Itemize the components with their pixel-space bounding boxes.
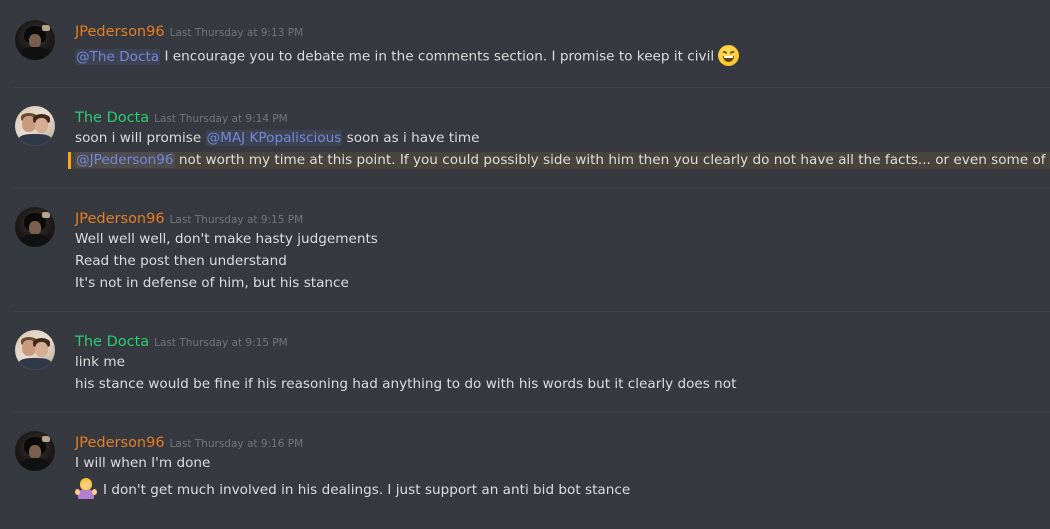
message-content: I encourage you to debate me in the comm… [160, 48, 715, 65]
message-text: I don't get much involved in his dealing… [75, 477, 631, 501]
person-shrugging-icon [75, 477, 97, 499]
user-avatar[interactable] [15, 20, 55, 60]
username[interactable]: The Docta [75, 334, 149, 350]
message-text: Well well well, don't make hasty judgeme… [75, 231, 378, 247]
username[interactable]: JPederson96 [75, 211, 165, 227]
message-divider [14, 87, 1050, 88]
message-text: Read the post then understand [75, 253, 287, 269]
message-timestamp[interactable]: Last Thursday at 9:15 PM [154, 337, 288, 349]
message-text: his stance would be fine if his reasonin… [75, 376, 737, 392]
message-header: JPederson96 Last Thursday at 9:15 PM [75, 208, 303, 227]
user-mention[interactable]: @The Docta [75, 48, 161, 65]
message-divider [14, 311, 1050, 312]
message-header: The Docta Last Thursday at 9:15 PM [75, 331, 288, 350]
message-content: I don't get much involved in his dealing… [103, 482, 631, 498]
message-divider [14, 188, 1050, 189]
username[interactable]: JPederson96 [75, 435, 165, 451]
message-header: JPederson96 Last Thursday at 9:13 PM [75, 21, 303, 40]
message-text: soon i will promise @MAJ KPopaliscious s… [75, 129, 480, 147]
message-divider [14, 412, 1050, 413]
user-avatar[interactable] [15, 431, 55, 471]
laughing-face-icon [718, 45, 740, 66]
message-text: link me [75, 354, 125, 370]
chat-messages: JPederson96 Last Thursday at 9:13 PM @The… [0, 0, 1050, 529]
message-header: JPederson96 Last Thursday at 9:16 PM [75, 432, 303, 451]
message-text: It's not in defense of him, but his stan… [75, 275, 349, 291]
user-avatar[interactable] [15, 207, 55, 247]
user-avatar[interactable] [15, 106, 55, 146]
message-text: I will when I'm done [75, 455, 211, 471]
message-timestamp[interactable]: Last Thursday at 9:14 PM [154, 113, 288, 125]
message-content: soon as i have time [342, 130, 480, 146]
user-mention[interactable]: @MAJ KPopaliscious [205, 130, 343, 146]
message-text: @The Docta I encourage you to debate me … [75, 45, 740, 67]
message-text: @JPederson96 not worth my time at this p… [75, 151, 1050, 169]
username[interactable]: The Docta [75, 110, 149, 126]
user-avatar[interactable] [15, 330, 55, 370]
username[interactable]: JPederson96 [75, 24, 165, 40]
message-content: soon i will promise [75, 130, 206, 146]
message-timestamp[interactable]: Last Thursday at 9:16 PM [170, 438, 304, 450]
user-mention[interactable]: @JPederson96 [75, 152, 175, 168]
message-timestamp[interactable]: Last Thursday at 9:15 PM [170, 214, 304, 226]
message-header: The Docta Last Thursday at 9:14 PM [75, 107, 288, 126]
message-timestamp[interactable]: Last Thursday at 9:13 PM [170, 27, 304, 39]
message-content: not worth my time at this point. If you … [174, 152, 1050, 168]
